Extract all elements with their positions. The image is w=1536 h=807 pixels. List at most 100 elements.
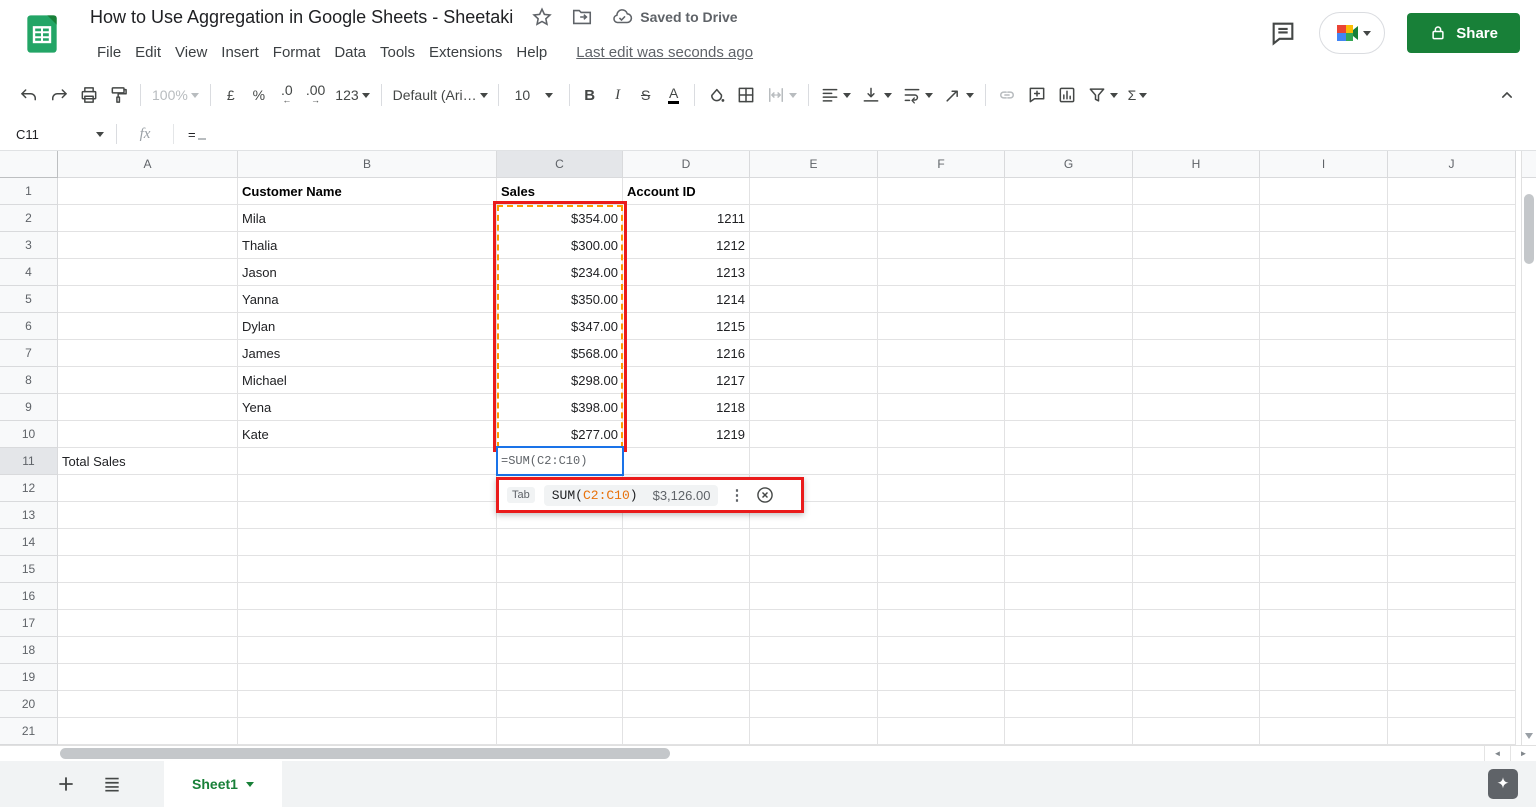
- cell-B16[interactable]: [238, 583, 497, 610]
- undo-icon[interactable]: [14, 80, 44, 110]
- cell-F12[interactable]: [878, 475, 1005, 502]
- sheet-tab-menu-caret[interactable]: [245, 782, 254, 791]
- last-edit-link[interactable]: Last edit was seconds ago: [576, 44, 753, 61]
- cell-H2[interactable]: [1133, 205, 1260, 232]
- cell-I7[interactable]: [1260, 340, 1388, 367]
- cell-C5[interactable]: $350.00: [497, 286, 623, 313]
- cell-G11[interactable]: [1005, 448, 1133, 475]
- cell-F15[interactable]: [878, 556, 1005, 583]
- formula-input[interactable]: =: [174, 127, 206, 142]
- cell-J16[interactable]: [1388, 583, 1516, 610]
- cell-D7[interactable]: 1216: [623, 340, 750, 367]
- column-header-J[interactable]: J: [1388, 151, 1516, 178]
- cell-E3[interactable]: [750, 232, 878, 259]
- cell-E2[interactable]: [750, 205, 878, 232]
- cell-A7[interactable]: [58, 340, 238, 367]
- scroll-down-arrow-icon[interactable]: [1525, 733, 1533, 743]
- increase-decimal-button[interactable]: .00 →: [301, 80, 330, 110]
- cell-F11[interactable]: [878, 448, 1005, 475]
- cell-A16[interactable]: [58, 583, 238, 610]
- format-currency-button[interactable]: £: [217, 80, 245, 110]
- row-header-20[interactable]: 20: [0, 691, 58, 718]
- row-header-15[interactable]: 15: [0, 556, 58, 583]
- cell-F10[interactable]: [878, 421, 1005, 448]
- cell-C2[interactable]: $354.00: [497, 205, 623, 232]
- cell-J8[interactable]: [1388, 367, 1516, 394]
- cell-D5[interactable]: 1214: [623, 286, 750, 313]
- cell-H18[interactable]: [1133, 637, 1260, 664]
- cell-F9[interactable]: [878, 394, 1005, 421]
- cell-H6[interactable]: [1133, 313, 1260, 340]
- cell-B8[interactable]: Michael: [238, 367, 497, 394]
- row-header-13[interactable]: 13: [0, 502, 58, 529]
- cell-A8[interactable]: [58, 367, 238, 394]
- cell-A15[interactable]: [58, 556, 238, 583]
- cell-I1[interactable]: [1260, 178, 1388, 205]
- cell-F20[interactable]: [878, 691, 1005, 718]
- format-percent-button[interactable]: %: [245, 80, 273, 110]
- saved-status[interactable]: Saved to Drive: [611, 6, 738, 28]
- cell-E5[interactable]: [750, 286, 878, 313]
- sheets-logo[interactable]: [26, 12, 58, 56]
- decrease-decimal-button[interactable]: .0 ←: [273, 80, 301, 110]
- cell-G10[interactable]: [1005, 421, 1133, 448]
- font-size-select[interactable]: 10: [505, 80, 563, 110]
- explore-button[interactable]: [1488, 769, 1518, 799]
- cell-A13[interactable]: [58, 502, 238, 529]
- cell-I15[interactable]: [1260, 556, 1388, 583]
- cell-B9[interactable]: Yena: [238, 394, 497, 421]
- vertical-align-icon[interactable]: [856, 80, 897, 110]
- row-header-10[interactable]: 10: [0, 421, 58, 448]
- cell-J19[interactable]: [1388, 664, 1516, 691]
- cell-C17[interactable]: [497, 610, 623, 637]
- horizontal-align-icon[interactable]: [815, 80, 856, 110]
- cell-G18[interactable]: [1005, 637, 1133, 664]
- cell-I10[interactable]: [1260, 421, 1388, 448]
- cell-H1[interactable]: [1133, 178, 1260, 205]
- column-header-D[interactable]: D: [623, 151, 750, 178]
- cell-I13[interactable]: [1260, 502, 1388, 529]
- horizontal-scrollbar[interactable]: ◄ ►: [0, 745, 1536, 761]
- column-header-F[interactable]: F: [878, 151, 1005, 178]
- cell-I4[interactable]: [1260, 259, 1388, 286]
- column-header-G[interactable]: G: [1005, 151, 1133, 178]
- cell-E15[interactable]: [750, 556, 878, 583]
- row-header-21[interactable]: 21: [0, 718, 58, 745]
- cell-F2[interactable]: [878, 205, 1005, 232]
- cell-J5[interactable]: [1388, 286, 1516, 313]
- cell-F8[interactable]: [878, 367, 1005, 394]
- cell-E20[interactable]: [750, 691, 878, 718]
- row-header-5[interactable]: 5: [0, 286, 58, 313]
- row-header-16[interactable]: 16: [0, 583, 58, 610]
- cell-B17[interactable]: [238, 610, 497, 637]
- cell-H3[interactable]: [1133, 232, 1260, 259]
- cell-C14[interactable]: [497, 529, 623, 556]
- cell-G7[interactable]: [1005, 340, 1133, 367]
- cell-D4[interactable]: 1213: [623, 259, 750, 286]
- fill-color-icon[interactable]: [701, 80, 731, 110]
- cell-H17[interactable]: [1133, 610, 1260, 637]
- cell-A18[interactable]: [58, 637, 238, 664]
- row-header-3[interactable]: 3: [0, 232, 58, 259]
- cell-H4[interactable]: [1133, 259, 1260, 286]
- cell-A14[interactable]: [58, 529, 238, 556]
- cell-F18[interactable]: [878, 637, 1005, 664]
- cell-E7[interactable]: [750, 340, 878, 367]
- cell-I17[interactable]: [1260, 610, 1388, 637]
- cell-H8[interactable]: [1133, 367, 1260, 394]
- cell-C4[interactable]: $234.00: [497, 259, 623, 286]
- cell-E10[interactable]: [750, 421, 878, 448]
- cell-E17[interactable]: [750, 610, 878, 637]
- cell-B7[interactable]: James: [238, 340, 497, 367]
- cell-E1[interactable]: [750, 178, 878, 205]
- cell-D8[interactable]: 1217: [623, 367, 750, 394]
- document-title[interactable]: How to Use Aggregation in Google Sheets …: [90, 7, 513, 28]
- cell-E18[interactable]: [750, 637, 878, 664]
- cell-D3[interactable]: 1212: [623, 232, 750, 259]
- menu-item-view[interactable]: View: [168, 41, 214, 64]
- move-folder-icon[interactable]: [571, 6, 593, 28]
- cell-A2[interactable]: [58, 205, 238, 232]
- cell-C18[interactable]: [497, 637, 623, 664]
- menu-item-tools[interactable]: Tools: [373, 41, 422, 64]
- menu-item-help[interactable]: Help: [509, 41, 554, 64]
